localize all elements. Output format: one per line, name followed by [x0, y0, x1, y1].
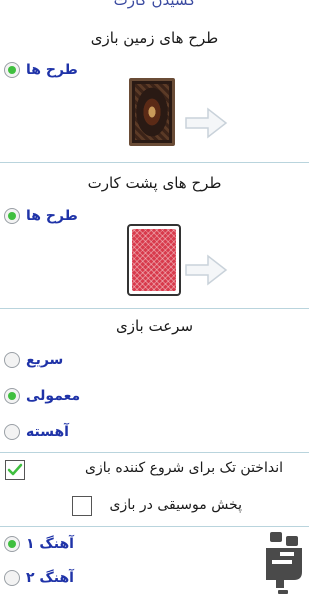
- radio-unselected-icon[interactable]: [4, 424, 20, 440]
- radio-unselected-icon[interactable]: [4, 570, 20, 586]
- song-option-label: آهنگ ۲: [26, 570, 74, 586]
- section-divider: [0, 162, 309, 163]
- game-speed-title: سرعت بازی: [115, 317, 194, 335]
- arrow-right-icon[interactable]: [184, 253, 228, 287]
- song-option-2[interactable]: آهنگ ۲: [4, 567, 74, 589]
- checkmark-icon: [7, 463, 23, 476]
- speed-option-slow[interactable]: آهسته: [4, 421, 69, 443]
- music-checkbox[interactable]: [72, 496, 92, 516]
- section-divider: [0, 308, 309, 309]
- radio-selected-icon[interactable]: [4, 208, 20, 224]
- card-back-pattern: [132, 229, 176, 291]
- first-player-toss-checkbox[interactable]: [5, 460, 25, 480]
- card-back-design-option-label: طرح ها: [26, 208, 78, 224]
- radio-selected-icon[interactable]: [4, 388, 20, 404]
- speed-option-normal[interactable]: معمولی: [4, 385, 80, 407]
- carpet-preview-icon[interactable]: [129, 78, 175, 146]
- card-back-design-option[interactable]: طرح ها: [4, 205, 78, 227]
- radio-selected-icon[interactable]: [4, 536, 20, 552]
- first-player-toss-label: انداختن تک برای شروع کننده بازی: [85, 460, 283, 476]
- board-design-title: طرح های زمین بازی: [90, 29, 219, 47]
- cut-off-option-label: کشیدن کارت: [113, 0, 196, 9]
- radio-unselected-icon[interactable]: [4, 352, 20, 368]
- speed-option-label: معمولی: [26, 388, 81, 404]
- card-back-design-title: طرح های پشت کارت: [87, 174, 222, 192]
- board-design-option[interactable]: طرح ها: [4, 59, 78, 81]
- speed-option-label: سریع: [26, 352, 64, 368]
- board-design-option-label: طرح ها: [26, 62, 78, 78]
- speed-option-fast[interactable]: سریع: [4, 349, 63, 371]
- radio-selected-icon[interactable]: [4, 62, 20, 78]
- card-back-preview-icon[interactable]: [127, 224, 181, 296]
- music-label: پخش موسیقی در بازی: [109, 497, 242, 513]
- section-divider: [0, 452, 309, 453]
- app-logo-icon: [262, 530, 306, 598]
- song-option-1[interactable]: آهنگ ۱: [4, 533, 74, 555]
- song-option-label: آهنگ ۱: [26, 536, 74, 552]
- arrow-right-icon[interactable]: [184, 106, 228, 140]
- speed-option-label: آهسته: [26, 424, 69, 440]
- section-divider: [0, 526, 309, 527]
